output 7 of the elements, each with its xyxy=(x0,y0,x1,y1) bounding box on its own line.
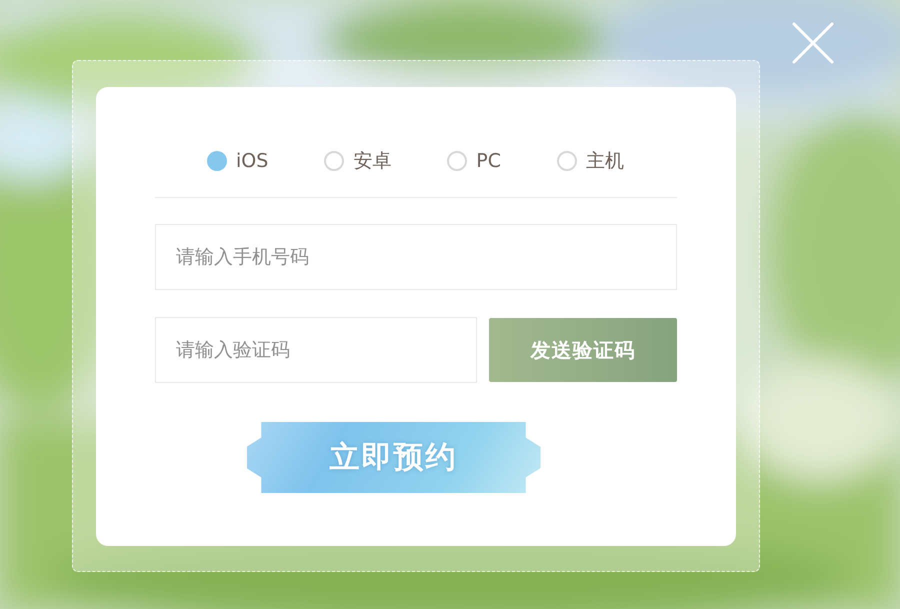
platform-radio[interactable]: 主机 xyxy=(557,148,624,174)
phone-field[interactable]: 请输入手机号码 xyxy=(155,224,677,290)
platform-radio[interactable]: 安卓 xyxy=(324,148,392,174)
platform-radio[interactable]: iOS xyxy=(207,150,268,172)
close-icon[interactable] xyxy=(790,20,836,66)
code-field[interactable]: 请输入验证码 xyxy=(155,317,477,383)
platform-radio[interactable]: PC xyxy=(447,150,502,172)
